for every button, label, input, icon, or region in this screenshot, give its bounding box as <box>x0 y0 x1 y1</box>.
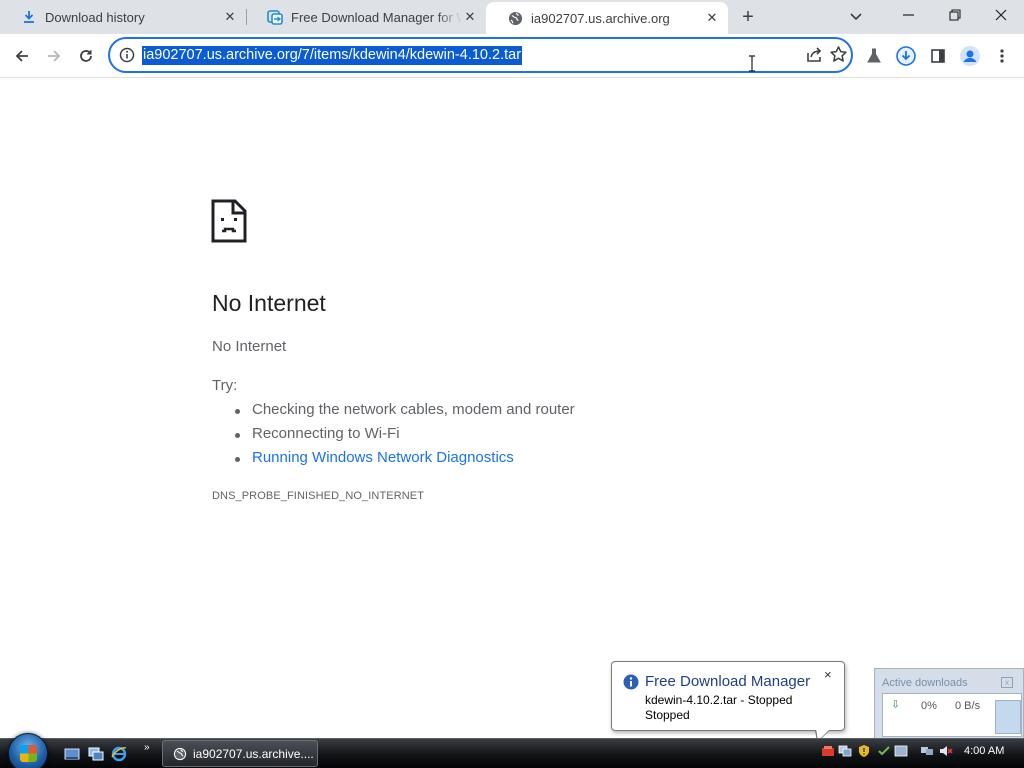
toolbar: ia902707.us.archive.org/7/items/kdewin4/… <box>0 34 1024 78</box>
kebab-menu-icon <box>1000 49 1004 63</box>
taskbar-button-label: ia902707.us.archive.... <box>193 746 314 761</box>
error-heading: No Internet <box>212 290 326 316</box>
minimize-button[interactable] <box>886 0 932 30</box>
volume-muted-icon[interactable] <box>939 744 953 758</box>
error-page: No Internet No Internet Try: Checking th… <box>0 78 1024 738</box>
network-diagnostics-link[interactable]: Running Windows Network Diagnostics <box>212 447 575 471</box>
globe-icon <box>173 747 187 760</box>
notification-message: kdewin-4.10.2.tar - Stopped <box>645 693 793 707</box>
suggestion-item: Reconnecting to Wi-Fi <box>212 423 575 447</box>
quicklaunch-more-icon[interactable]: » <box>144 742 150 753</box>
new-tab-button[interactable]: + <box>737 6 759 28</box>
tab-strip: Download history ✕ Free Download Manager… <box>0 0 1024 34</box>
notification-status: Stopped <box>645 708 690 722</box>
reload-icon <box>80 50 92 62</box>
tray-app-icon[interactable] <box>894 744 908 758</box>
globe-icon <box>507 10 523 26</box>
tab-free-download-manager[interactable]: Free Download Manager for Windows ✕ <box>246 0 486 34</box>
info-icon[interactable] <box>119 47 135 63</box>
tab-title: Download history <box>45 9 145 25</box>
switch-windows-icon[interactable] <box>88 746 104 762</box>
url-text[interactable]: ia902707.us.archive.org/7/items/kdewin4/… <box>142 46 523 65</box>
side-panel-icon <box>931 49 945 63</box>
fdm-icon <box>267 9 283 25</box>
share-icon[interactable] <box>805 46 825 66</box>
taskbar-clock[interactable]: 4:00 AM <box>964 745 1004 757</box>
try-label: Try: <box>212 377 238 394</box>
internet-explorer-icon[interactable] <box>111 746 127 762</box>
arrow-left-icon <box>15 50 28 62</box>
security-shield-icon[interactable] <box>857 744 871 758</box>
download-percent: 0% <box>921 700 937 712</box>
labs-flask-button[interactable] <box>860 42 888 70</box>
arrow-right-icon <box>48 50 61 62</box>
download-icon <box>21 9 37 25</box>
back-button[interactable] <box>8 42 36 70</box>
downloads-button[interactable] <box>892 42 920 70</box>
restore-button[interactable] <box>932 0 978 30</box>
tab-search-chevron-icon[interactable] <box>846 7 866 27</box>
error-code: DNS_PROBE_FINISHED_NO_INTERNET <box>212 490 425 502</box>
network-tray-icon[interactable] <box>838 744 852 758</box>
suggestion-list: Checking the network cables, modem and r… <box>212 399 575 471</box>
sad-page-icon <box>211 199 247 243</box>
download-circle-icon <box>896 46 916 66</box>
screen: Download history ✕ Free Download Manager… <box>0 0 1024 768</box>
menu-button[interactable] <box>988 42 1016 70</box>
address-bar[interactable]: ia902707.us.archive.org/7/items/kdewin4/… <box>108 37 853 73</box>
bookmark-star-icon[interactable] <box>829 45 849 65</box>
text-cursor-icon <box>749 55 755 72</box>
fdm-tray-icon[interactable] <box>821 744 835 758</box>
close-icon[interactable]: × <box>824 667 832 682</box>
avatar-icon <box>960 46 980 66</box>
drop-target-box[interactable] <box>995 700 1021 734</box>
forward-button[interactable] <box>40 42 68 70</box>
info-icon <box>623 674 639 690</box>
error-subtext: No Internet <box>212 338 287 355</box>
tab-close-icon[interactable]: ✕ <box>462 9 478 25</box>
tray-status-icon[interactable] <box>877 744 891 758</box>
download-speed: 0 B/s <box>955 700 981 712</box>
show-desktop-icon[interactable] <box>64 746 80 762</box>
fdm-notification[interactable]: Free Download Manager × kdewin-4.10.2.ta… <box>611 661 845 731</box>
tab-close-icon[interactable]: ✕ <box>704 10 720 26</box>
tab-close-icon[interactable]: ✕ <box>222 9 238 25</box>
start-button[interactable] <box>8 733 48 768</box>
flask-icon <box>867 48 881 63</box>
widget-title: Active downloads <box>882 677 968 689</box>
suggestion-item: Checking the network cables, modem and r… <box>212 399 575 423</box>
active-downloads-widget[interactable]: Active downloads x ⇩ 0% 0 B/s <box>874 668 1024 742</box>
tab-archive-org[interactable]: ia902707.us.archive.org ✕ <box>486 2 728 34</box>
widget-close-icon[interactable]: x <box>1001 677 1013 688</box>
download-arrow-icon: ⇩ <box>891 699 901 711</box>
download-stats-panel: ⇩ 0% 0 B/s <box>882 693 1022 737</box>
network-disconnected-icon[interactable] <box>920 744 934 758</box>
tab-title: Free Download Manager for Windows <box>291 9 462 25</box>
tab-title: ia902707.us.archive.org <box>531 10 670 26</box>
notification-title: Free Download Manager <box>645 673 811 690</box>
profile-button[interactable] <box>956 42 984 70</box>
reload-button[interactable] <box>72 42 100 70</box>
close-window-button[interactable] <box>978 0 1024 30</box>
taskbar-chrome-button[interactable]: ia902707.us.archive.... <box>162 740 318 767</box>
side-panel-button[interactable] <box>924 42 952 70</box>
tab-download-history[interactable]: Download history ✕ <box>0 0 246 34</box>
